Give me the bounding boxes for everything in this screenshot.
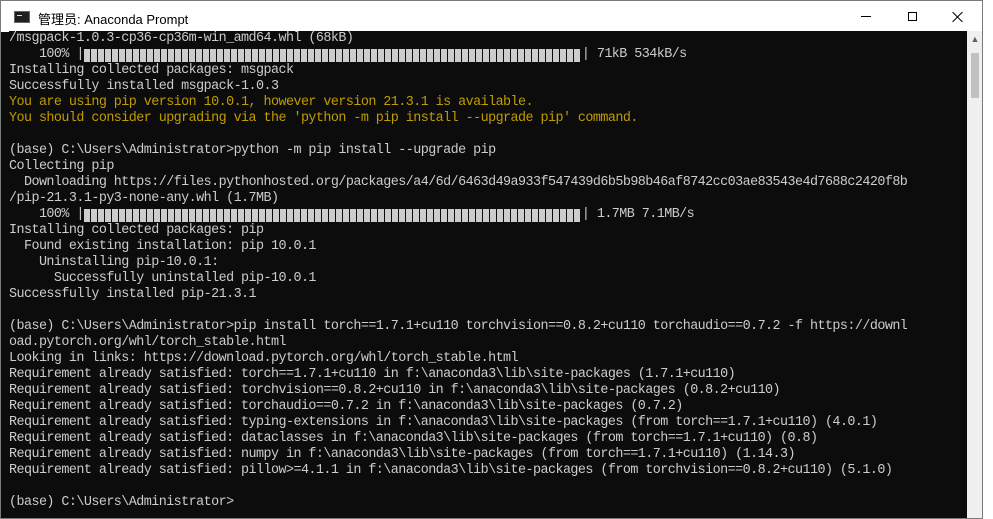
console-warning-line: You should consider upgrading via the 'p… [9, 111, 638, 126]
maximize-button[interactable] [889, 1, 935, 32]
console-line: Requirement already satisfied: dataclass… [9, 431, 818, 446]
console-line: Looking in links: https://download.pytor… [9, 351, 519, 366]
progress-bar [83, 48, 580, 62]
console-line: Requirement already satisfied: pillow>=4… [9, 463, 893, 478]
close-icon [952, 11, 964, 23]
close-button[interactable] [935, 1, 981, 32]
console-line: (base) C:\Users\Administrator> [9, 495, 234, 510]
progress-percent: 100% | [9, 47, 84, 62]
console-line: (base) C:\Users\Administrator>python -m … [9, 143, 496, 158]
maximize-icon [907, 12, 917, 21]
minimize-button[interactable] [843, 1, 889, 32]
background-window-edge [983, 0, 993, 519]
progress-bar [83, 208, 580, 222]
console-line: Successfully installed pip-21.3.1 [9, 287, 257, 302]
scroll-up-arrow-icon[interactable]: ▲ [967, 31, 982, 47]
anaconda-prompt-window: 管理员: Anaconda Prompt /msgpack-1.0.3-cp36… [0, 0, 983, 519]
console-progress-line: 100% | | 71kB 534kB/s [9, 47, 967, 63]
title-bar[interactable]: 管理员: Anaconda Prompt [1, 1, 982, 32]
console-line: oad.pytorch.org/whl/torch_stable.html [9, 335, 287, 350]
console-line: /msgpack-1.0.3-cp36-cp36m-win_amd64.whl … [9, 31, 354, 46]
vertical-scrollbar[interactable]: ▲ [967, 31, 982, 518]
scroll-thumb[interactable] [971, 53, 979, 98]
console-line: Collecting pip [9, 159, 114, 174]
console-line: Uninstalling pip-10.0.1: [9, 255, 219, 270]
console-line: Requirement already satisfied: torchvisi… [9, 383, 781, 398]
console-line: Installing collected packages: pip [9, 223, 264, 238]
console-progress-line: 100% | | 1.7MB 7.1MB/s [9, 207, 967, 223]
console-line: Successfully installed msgpack-1.0.3 [9, 79, 279, 94]
console-line: Requirement already satisfied: numpy in … [9, 447, 796, 462]
console-line: Successfully uninstalled pip-10.0.1 [9, 271, 317, 286]
console-line: Requirement already satisfied: torch==1.… [9, 367, 736, 382]
progress-percent: 100% | [9, 207, 84, 222]
progress-rate: | 71kB 534kB/s [581, 47, 687, 62]
console-icon [14, 11, 30, 23]
console-line: /pip-21.3.1-py3-none-any.whl (1.7MB) [9, 191, 279, 206]
console-line: Requirement already satisfied: torchaudi… [9, 399, 683, 414]
progress-rate: | 1.7MB 7.1MB/s [581, 207, 695, 222]
window-title: 管理员: Anaconda Prompt [38, 12, 189, 27]
minimize-icon [861, 16, 871, 17]
console-line: Found existing installation: pip 10.0.1 [9, 239, 317, 254]
console-line: Installing collected packages: msgpack [9, 63, 294, 78]
console-line: (base) C:\Users\Administrator>pip instal… [9, 319, 908, 334]
console-warning-line: You are using pip version 10.0.1, howeve… [9, 95, 534, 110]
console-line: Downloading https://files.pythonhosted.o… [9, 175, 908, 190]
console-output[interactable]: /msgpack-1.0.3-cp36-cp36m-win_amd64.whl … [9, 31, 967, 518]
console-line: Requirement already satisfied: typing-ex… [9, 415, 878, 430]
